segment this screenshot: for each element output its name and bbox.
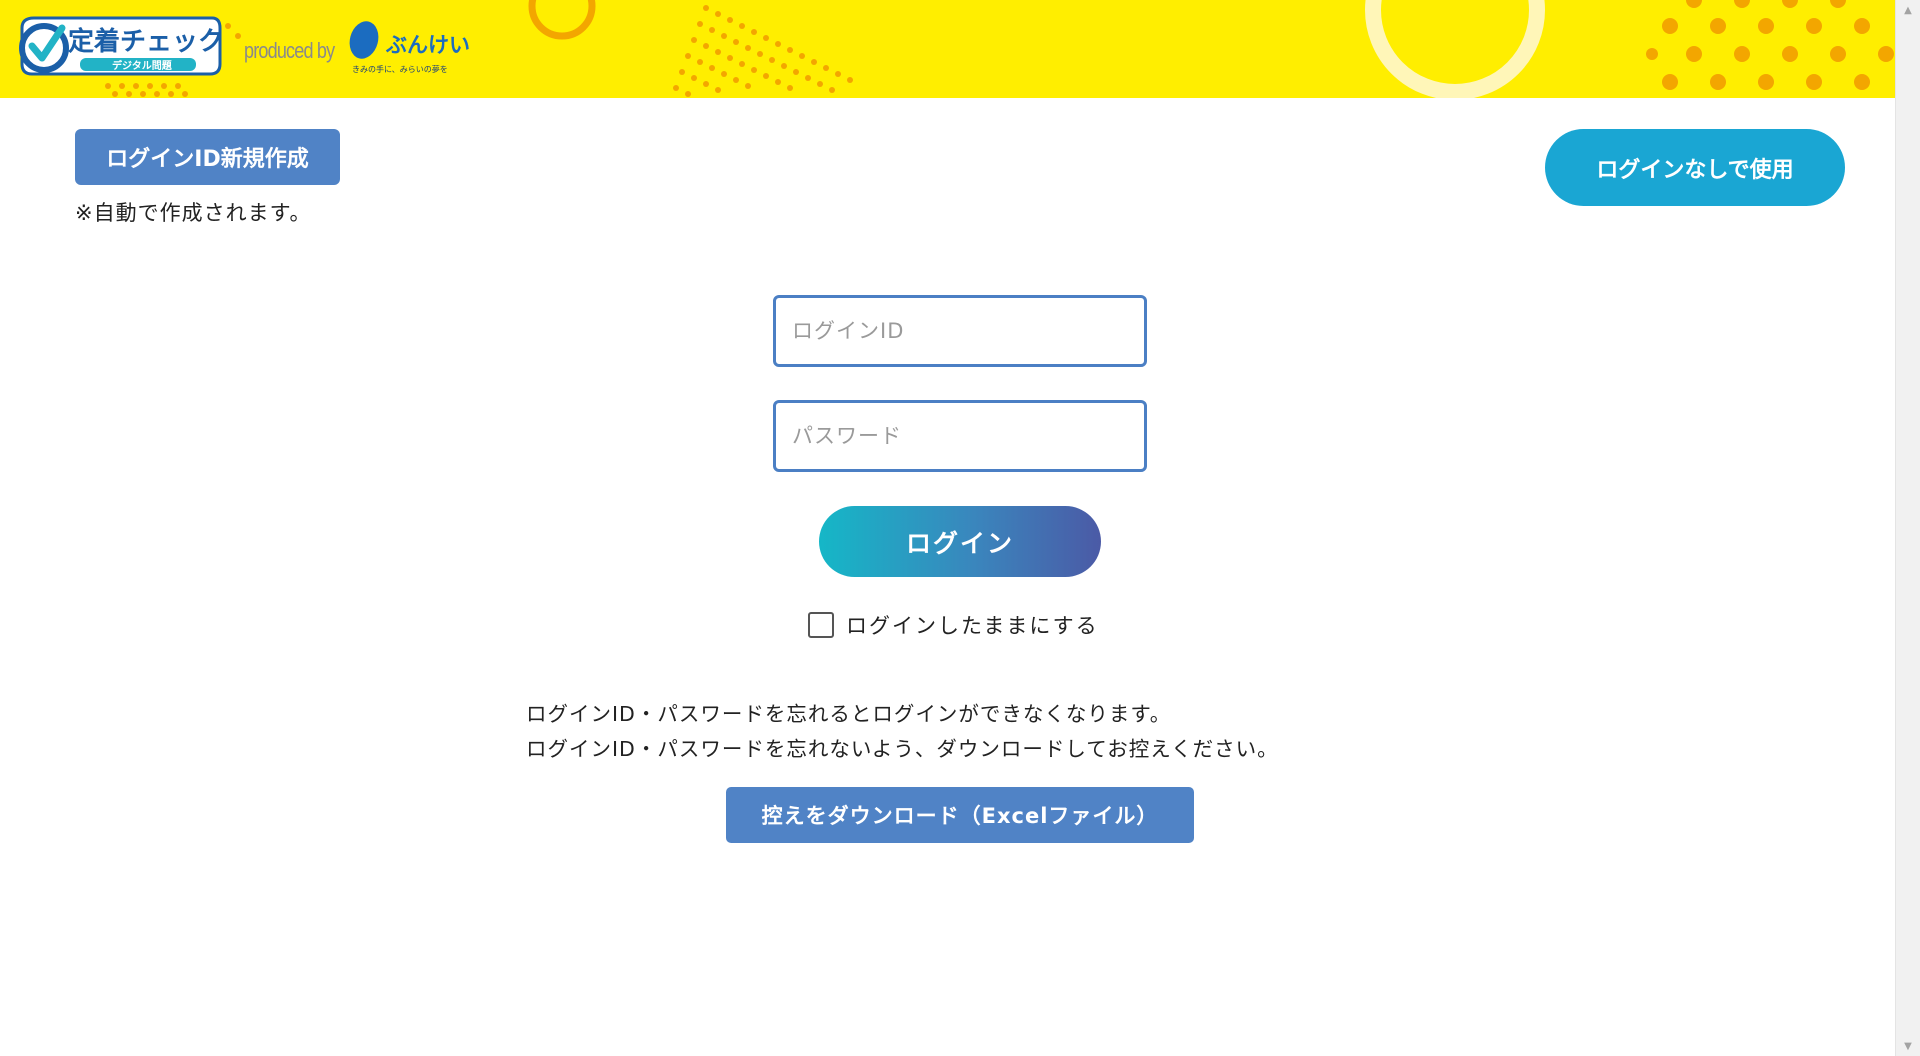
teichaku-check-logo: 定着チェック デジタル問題 xyxy=(19,16,222,76)
use-without-login-button[interactable]: ログインなしで使用 xyxy=(1545,129,1845,206)
remember-label: ログインしたままにする xyxy=(846,614,1099,638)
credential-warning: ログインID・パスワードを忘れるとログインができなくなります。 ログインID・パ… xyxy=(526,697,1279,767)
password-input[interactable] xyxy=(773,400,1147,472)
produced-by-text: produced by xyxy=(244,38,335,63)
warning-line-1: ログインID・パスワードを忘れるとログインができなくなります。 xyxy=(526,702,1172,726)
login-button[interactable]: ログイン xyxy=(819,506,1101,577)
bunkei-logo: ぶんけい きみの手に、みらいの夢を xyxy=(349,21,470,74)
remember-login-toggle[interactable]: ログインしたままにする xyxy=(808,610,1099,640)
drop-icon xyxy=(349,21,379,59)
scroll-up-icon[interactable]: ▲ xyxy=(1896,0,1920,20)
create-login-id-button[interactable]: ログインID新規作成 xyxy=(75,129,340,185)
logo-subtitle: デジタル問題 xyxy=(112,59,173,72)
logo-title: 定着チェック xyxy=(68,26,222,57)
remember-checkbox[interactable] xyxy=(808,612,834,638)
warning-line-2: ログインID・パスワードを忘れないよう、ダウンロードしてお控えください。 xyxy=(526,737,1279,761)
login-id-input[interactable] xyxy=(773,295,1147,367)
header-banner: 定着チェック デジタル問題 produced by ぶんけい きみの手に、みらい… xyxy=(0,0,1896,98)
login-page: 定着チェック デジタル問題 produced by ぶんけい きみの手に、みらい… xyxy=(0,0,1920,1056)
bunkei-name: ぶんけい xyxy=(385,33,470,57)
vertical-scrollbar[interactable]: ▲ ▼ xyxy=(1895,0,1920,1056)
download-excel-button[interactable]: 控えをダウンロード（Excelファイル） xyxy=(726,787,1194,843)
scroll-down-icon[interactable]: ▼ xyxy=(1896,1036,1920,1056)
auto-create-note: ※自動で作成されます。 xyxy=(75,201,312,225)
bunkei-tagline: きみの手に、みらいの夢を xyxy=(352,64,448,74)
